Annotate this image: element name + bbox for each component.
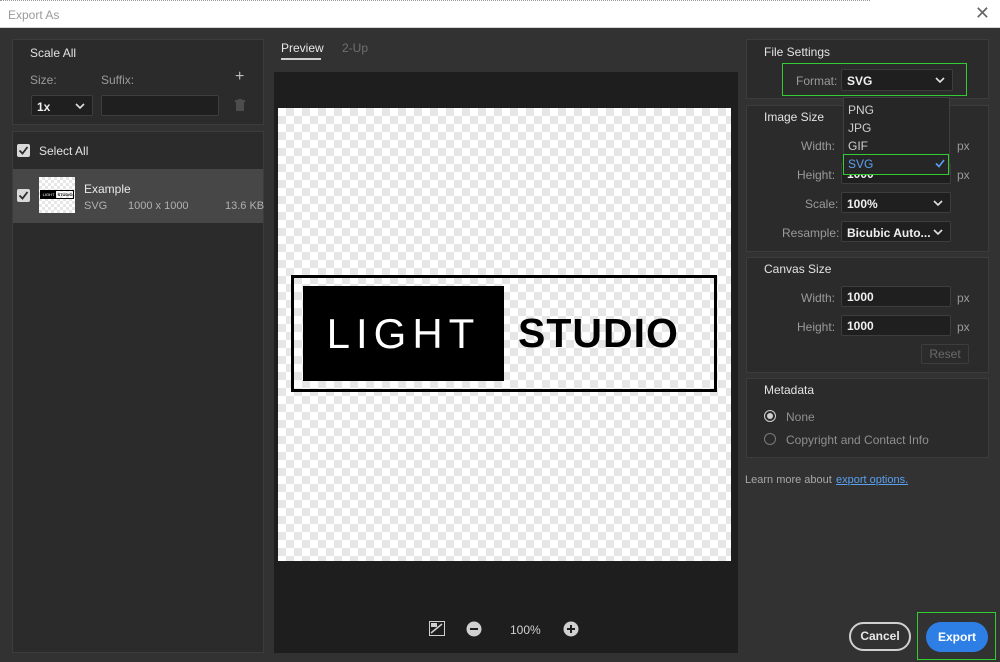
close-icon[interactable]: ✕	[975, 4, 990, 22]
canvas-height-label: Height:	[797, 320, 836, 334]
metadata-none-radio[interactable]	[764, 410, 776, 422]
thumb-logo: LIGHT STUDIO	[40, 190, 74, 199]
zoom-level: 100%	[510, 623, 541, 637]
reset-button[interactable]: Reset	[921, 344, 969, 364]
preview-canvas: LIGHT STUDIO	[278, 108, 731, 561]
size-label: Size:	[30, 73, 57, 87]
export-dialog: Scale All Size: Suffix: + 1x Select All …	[0, 28, 1000, 662]
canvas-width-unit: px	[957, 291, 970, 305]
asset-row[interactable]: LIGHT STUDIO Example SVG 1000 x 1000 13.…	[13, 169, 265, 223]
add-scale-icon[interactable]: +	[235, 68, 244, 86]
logo-light: LIGHT	[303, 286, 504, 381]
format-option-png[interactable]: PNG	[848, 103, 874, 117]
asset-filesize: 13.6 KB	[225, 200, 265, 212]
logo-studio: STUDIO	[518, 310, 679, 356]
asset-thumbnail: LIGHT STUDIO	[39, 177, 75, 213]
format-option-jpg[interactable]: JPG	[848, 121, 871, 135]
metadata-none-label: None	[786, 410, 815, 424]
scale-all-heading: Scale All	[30, 46, 77, 60]
window-title: Export As	[8, 8, 60, 22]
image-width-unit: px	[957, 139, 970, 153]
suffix-input[interactable]	[101, 95, 219, 116]
svg-option-highlight	[843, 154, 949, 175]
tab-preview[interactable]: Preview	[281, 41, 324, 55]
metadata-heading: Metadata	[764, 383, 815, 397]
learn-more-text: Learn more about	[745, 474, 832, 486]
thumb-logo-right: STUDIO	[57, 192, 73, 197]
canvas-height-unit: px	[957, 320, 970, 334]
image-width-label: Width:	[801, 139, 836, 153]
tab-preview-underline	[281, 58, 321, 60]
size-select[interactable]: 1x	[31, 95, 93, 116]
export-highlight	[917, 612, 996, 660]
thumb-logo-left: LIGHT	[41, 191, 56, 198]
file-settings-heading: File Settings	[764, 45, 831, 59]
suffix-label: Suffix:	[101, 73, 135, 87]
trash-icon[interactable]	[235, 99, 245, 111]
resample-select[interactable]: Bicubic Auto...	[841, 221, 951, 242]
cancel-button[interactable]: Cancel	[849, 622, 911, 651]
chevron-down-icon	[933, 200, 943, 207]
canvas-size-heading: Canvas Size	[764, 262, 832, 276]
resample-label: Resample:	[782, 226, 840, 240]
size-select-value: 1x	[37, 100, 51, 114]
metadata-panel: Metadata None Copyright and Contact Info	[746, 378, 989, 458]
canvas-width-input[interactable]: 1000	[841, 286, 951, 307]
chevron-down-icon	[933, 227, 943, 237]
fit-view-icon[interactable]	[429, 621, 445, 636]
resample-select-value: Bicubic Auto...	[847, 226, 931, 240]
metadata-copyright-label: Copyright and Contact Info	[786, 433, 929, 447]
select-all-label: Select All	[39, 144, 89, 158]
scale-select-value: 100%	[847, 197, 878, 211]
chevron-down-icon	[75, 103, 85, 110]
asset-dimensions: 1000 x 1000	[128, 200, 189, 212]
image-height-label: Height:	[797, 168, 836, 182]
zoom-out-icon[interactable]	[466, 621, 482, 637]
select-all-checkbox[interactable]	[17, 144, 30, 157]
asset-name: Example	[84, 182, 131, 196]
preview-area: LIGHT STUDIO 100%	[274, 72, 738, 653]
export-options-link[interactable]: export options.	[836, 474, 908, 486]
format-option-gif[interactable]: GIF	[848, 139, 868, 153]
asset-checkbox[interactable]	[17, 189, 30, 202]
tab-2-up[interactable]: 2-Up	[342, 41, 368, 55]
logo-frame: LIGHT STUDIO	[291, 275, 717, 392]
canvas-width-value: 1000	[847, 290, 874, 304]
assets-panel: Select All LIGHT STUDIO Example SVG 1000…	[12, 131, 264, 653]
scale-select[interactable]: 100%	[841, 192, 951, 213]
canvas-height-value: 1000	[847, 319, 874, 333]
scale-panel: Scale All Size: Suffix: + 1x	[12, 39, 264, 125]
canvas-height-input[interactable]: 1000	[841, 315, 951, 336]
format-highlight	[782, 63, 967, 96]
image-height-unit: px	[957, 168, 970, 182]
scale-label: Scale:	[805, 197, 839, 211]
canvas-width-label: Width:	[801, 291, 836, 305]
title-bar: Export As ✕	[0, 0, 1000, 28]
image-size-heading: Image Size	[764, 110, 825, 124]
asset-type: SVG	[84, 200, 108, 212]
title-bar-edge	[0, 0, 870, 1]
zoom-in-icon[interactable]	[563, 621, 579, 637]
metadata-copyright-radio[interactable]	[764, 433, 776, 445]
canvas-size-panel: Canvas Size Width: 1000 px Height: 1000 …	[746, 257, 989, 373]
